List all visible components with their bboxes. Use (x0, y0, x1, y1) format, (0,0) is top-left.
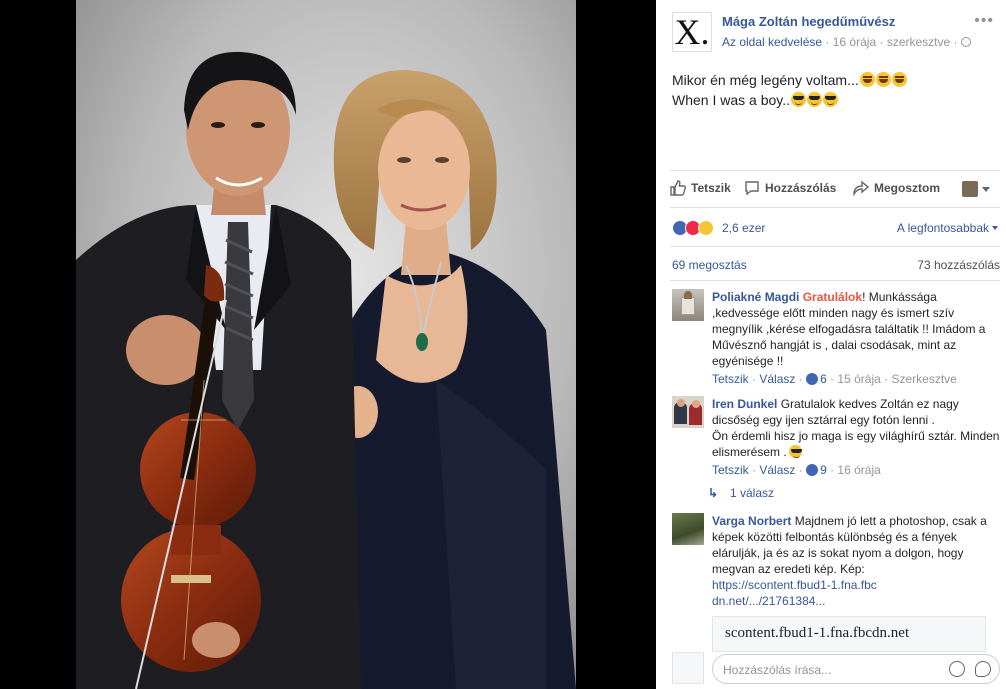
current-user-avatar (672, 652, 704, 684)
laughing-emoji-icon (875, 72, 891, 87)
sticker-icon[interactable] (975, 661, 991, 677)
meta-dot: · (825, 35, 830, 49)
commenter-avatar[interactable] (672, 289, 704, 321)
edited-label[interactable]: szerkesztve (887, 35, 950, 49)
post-sidebar: X. Mága Zoltán hegedűművész Az oldal ked… (656, 0, 1006, 689)
post-line-2-text: When I was a boy.. (672, 92, 791, 108)
like-count-icon (806, 464, 819, 476)
comment-text-2: Ön érdemli hisz jo maga is egy világhírű… (712, 428, 1002, 460)
post-header: X. Mága Zoltán hegedűművész Az oldal ked… (672, 12, 1002, 52)
share-icon (853, 180, 869, 196)
page-name[interactable]: Mága Zoltán hegedűművész (722, 14, 895, 29)
link-preview[interactable]: scontent.fbud1-1.fna.fbcdn.net (712, 616, 986, 652)
comment-input-placeholder: Hozzászólás írása... (723, 663, 832, 677)
reactions-bar: 2,6 ezer A legfontosabbak (672, 220, 1002, 238)
divider (670, 207, 1000, 208)
laughing-emoji-icon (891, 72, 907, 87)
comment-icon (745, 181, 759, 196)
comment-author[interactable]: Iren Dunkel (712, 397, 777, 411)
post-actions: Tetszik Hozzászólás Megosztom (670, 178, 1000, 202)
emoji-icon[interactable] (949, 661, 965, 677)
comment-body: Varga Norbert Majdnem jó lett a photosho… (712, 513, 1002, 609)
comment-highlight[interactable]: Gratulálok (803, 290, 862, 304)
more-options-icon[interactable]: ••• (974, 12, 994, 30)
comment-text-2-content: Ön érdemli hisz jo maga is egy világhírű… (712, 429, 1000, 459)
comment-like-count[interactable]: 6 (820, 372, 827, 386)
thumbs-up-icon (670, 180, 686, 196)
share-label: Megosztom (874, 181, 940, 195)
chevron-down-icon[interactable] (982, 187, 990, 192)
sunglasses-emoji-icon (791, 92, 807, 107)
meta-dot: · (879, 35, 884, 49)
page-avatar[interactable]: X. (672, 12, 712, 52)
like-button[interactable]: Tetszik (670, 180, 731, 196)
comment-time[interactable]: 15 órája (837, 372, 880, 386)
sunglasses-emoji-icon (807, 92, 823, 107)
comment-like-count[interactable]: 9 (820, 463, 827, 477)
like-count-icon (806, 373, 819, 385)
comment-label: Hozzászólás (765, 181, 837, 195)
comment-link[interactable]: https://scontent.fbud1-1.fna.fbcdn.net/.… (712, 577, 882, 609)
comment-author[interactable]: Varga Norbert (712, 514, 791, 528)
post-line-1-text: Mikor én még legény voltam... (672, 72, 859, 88)
react-as-avatar[interactable] (962, 181, 978, 197)
kissing-emoji-icon (788, 445, 802, 458)
post-text: Mikor én még legény voltam... When I was… (672, 70, 992, 110)
reply-arrow-icon: ↳ (708, 486, 719, 500)
share-button[interactable]: Megosztom (853, 180, 940, 196)
comment-composer: Hozzászólás írása... (672, 652, 1002, 689)
share-count[interactable]: 69 megosztás (672, 258, 747, 272)
comment-reply-link[interactable]: Válasz (759, 372, 795, 386)
like-page-link[interactable]: Az oldal kedvelése (722, 35, 822, 49)
comment-reply-link[interactable]: Válasz (759, 463, 795, 477)
comment-sort-dropdown[interactable]: A legfontosabbak (897, 221, 998, 235)
sunglasses-emoji-icon (823, 92, 839, 107)
divider (670, 280, 1000, 281)
laughing-emoji-icon (859, 72, 875, 87)
photo-illustration (76, 0, 576, 689)
post-photo[interactable] (76, 0, 576, 689)
wow-reaction-icon[interactable] (698, 220, 714, 236)
replies-count: 1 válasz (730, 486, 775, 500)
commenter-avatar[interactable] (672, 396, 704, 428)
post-line-2: When I was a boy.. (672, 90, 992, 110)
comment-button[interactable]: Hozzászólás (744, 180, 836, 196)
like-label: Tetszik (691, 181, 731, 195)
comment-footer: Tetszik · Válasz · 6 · 15 órája · Szerke… (712, 372, 957, 386)
photo-viewer: X. Mága Zoltán hegedűművész Az oldal ked… (0, 0, 1006, 689)
reaction-count[interactable]: 2,6 ezer (722, 221, 765, 235)
meta-dot: · (953, 35, 958, 49)
post-meta: Az oldal kedvelése · 16 órája · szerkesz… (722, 35, 971, 49)
divider (670, 246, 1000, 247)
comment-input[interactable]: Hozzászólás írása... (712, 654, 1000, 684)
comment-edited[interactable]: Szerkesztve (891, 372, 956, 386)
divider (670, 170, 1000, 171)
comment-author[interactable]: Poliakné Magdi (712, 290, 799, 304)
view-replies-link[interactable]: ↳ 1 válasz (708, 486, 774, 500)
post-time[interactable]: 16 órája (833, 35, 876, 49)
globe-icon (960, 37, 971, 47)
comment-body: Iren Dunkel Gratulalok kedves Zoltán ez … (712, 396, 1002, 478)
comment-time[interactable]: 16 órája (837, 463, 880, 477)
comment-footer: Tetszik · Válasz · 9 · 16 órája (712, 463, 881, 477)
commenter-avatar[interactable] (672, 513, 704, 545)
comment-body: Poliakné Magdi Gratulálok! Munkássága ,k… (712, 289, 1002, 387)
comment-count[interactable]: 73 hozzászólás (917, 258, 1000, 272)
post-line-1: Mikor én még legény voltam... (672, 70, 992, 90)
comment-like-link[interactable]: Tetszik (712, 372, 749, 386)
comment-like-link[interactable]: Tetszik (712, 463, 749, 477)
